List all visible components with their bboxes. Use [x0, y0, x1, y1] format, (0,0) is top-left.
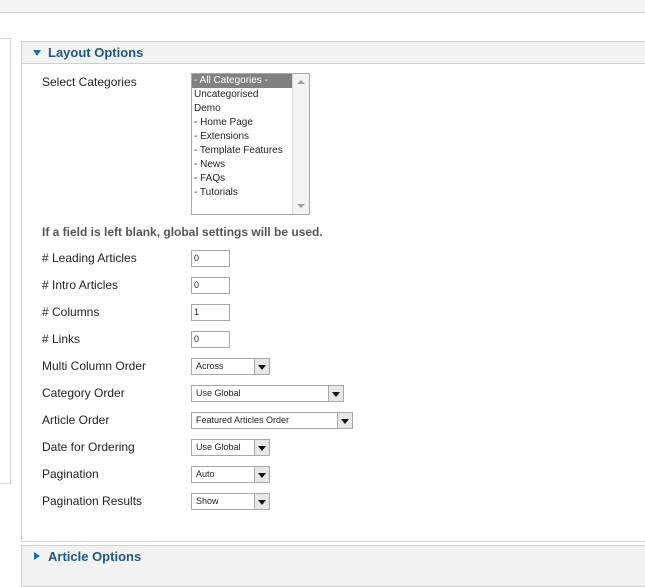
article-options-panel[interactable]: Article Options: [21, 545, 645, 587]
multi-column-order-value: Across: [196, 361, 224, 371]
chevron-down-icon[interactable]: [337, 413, 352, 428]
chevron-down-icon: [33, 50, 41, 56]
chevron-down-icon[interactable]: [254, 440, 269, 455]
columns-input[interactable]: 1: [191, 304, 230, 321]
layout-options-header[interactable]: Layout Options: [22, 42, 645, 64]
date-for-ordering-select[interactable]: Use Global: [191, 439, 270, 456]
article-order-label: Article Order: [42, 413, 110, 427]
category-order-select[interactable]: Use Global: [191, 385, 344, 402]
chevron-down-icon[interactable]: [254, 467, 269, 482]
links-input[interactable]: 0: [191, 331, 230, 348]
categories-listbox[interactable]: - All Categories - Uncategorised Demo - …: [191, 73, 310, 215]
date-for-ordering-label: Date for Ordering: [42, 440, 135, 454]
columns-label: # Columns: [42, 305, 100, 319]
date-for-ordering-value: Use Global: [196, 442, 241, 452]
top-strip: [0, 0, 645, 13]
links-label: # Links: [42, 332, 81, 346]
chevron-down-icon[interactable]: [254, 494, 269, 509]
chevron-right-icon: [34, 552, 40, 560]
category-order-label: Category Order: [42, 386, 125, 400]
blank-field-hint: If a field is left blank, global setting…: [42, 225, 323, 239]
pagination-label: Pagination: [42, 467, 99, 481]
layout-options-panel: Layout Options Select Categories - All C…: [21, 41, 645, 542]
multi-column-order-select[interactable]: Across: [191, 358, 270, 375]
pagination-results-value: Show: [196, 496, 219, 506]
category-order-value: Use Global: [196, 388, 241, 398]
intro-articles-label: # Intro Articles: [42, 278, 119, 292]
chevron-down-icon[interactable]: [254, 359, 269, 374]
pagination-results-select[interactable]: Show: [191, 493, 270, 510]
pagination-select[interactable]: Auto: [191, 466, 270, 483]
chevron-down-icon[interactable]: [328, 386, 343, 401]
layout-options-title: Layout Options: [48, 45, 144, 60]
category-option[interactable]: - All Categories -: [192, 74, 292, 88]
article-order-select[interactable]: Featured Articles Order: [191, 412, 353, 429]
intro-articles-input[interactable]: 0: [191, 277, 230, 294]
leading-articles-input[interactable]: 0: [191, 250, 230, 267]
scroll-down-icon[interactable]: [297, 204, 305, 208]
left-panel-edge: [0, 38, 11, 484]
multi-column-order-label: Multi Column Order: [42, 359, 147, 373]
pagination-results-label: Pagination Results: [42, 494, 143, 508]
article-order-value: Featured Articles Order: [196, 415, 290, 425]
select-categories-label: Select Categories: [42, 75, 137, 89]
article-options-title: Article Options: [48, 549, 142, 564]
pagination-value: Auto: [196, 469, 215, 479]
scroll-up-icon[interactable]: [297, 80, 305, 84]
leading-articles-label: # Leading Articles: [42, 251, 137, 265]
listbox-scrollbar[interactable]: [292, 74, 309, 214]
